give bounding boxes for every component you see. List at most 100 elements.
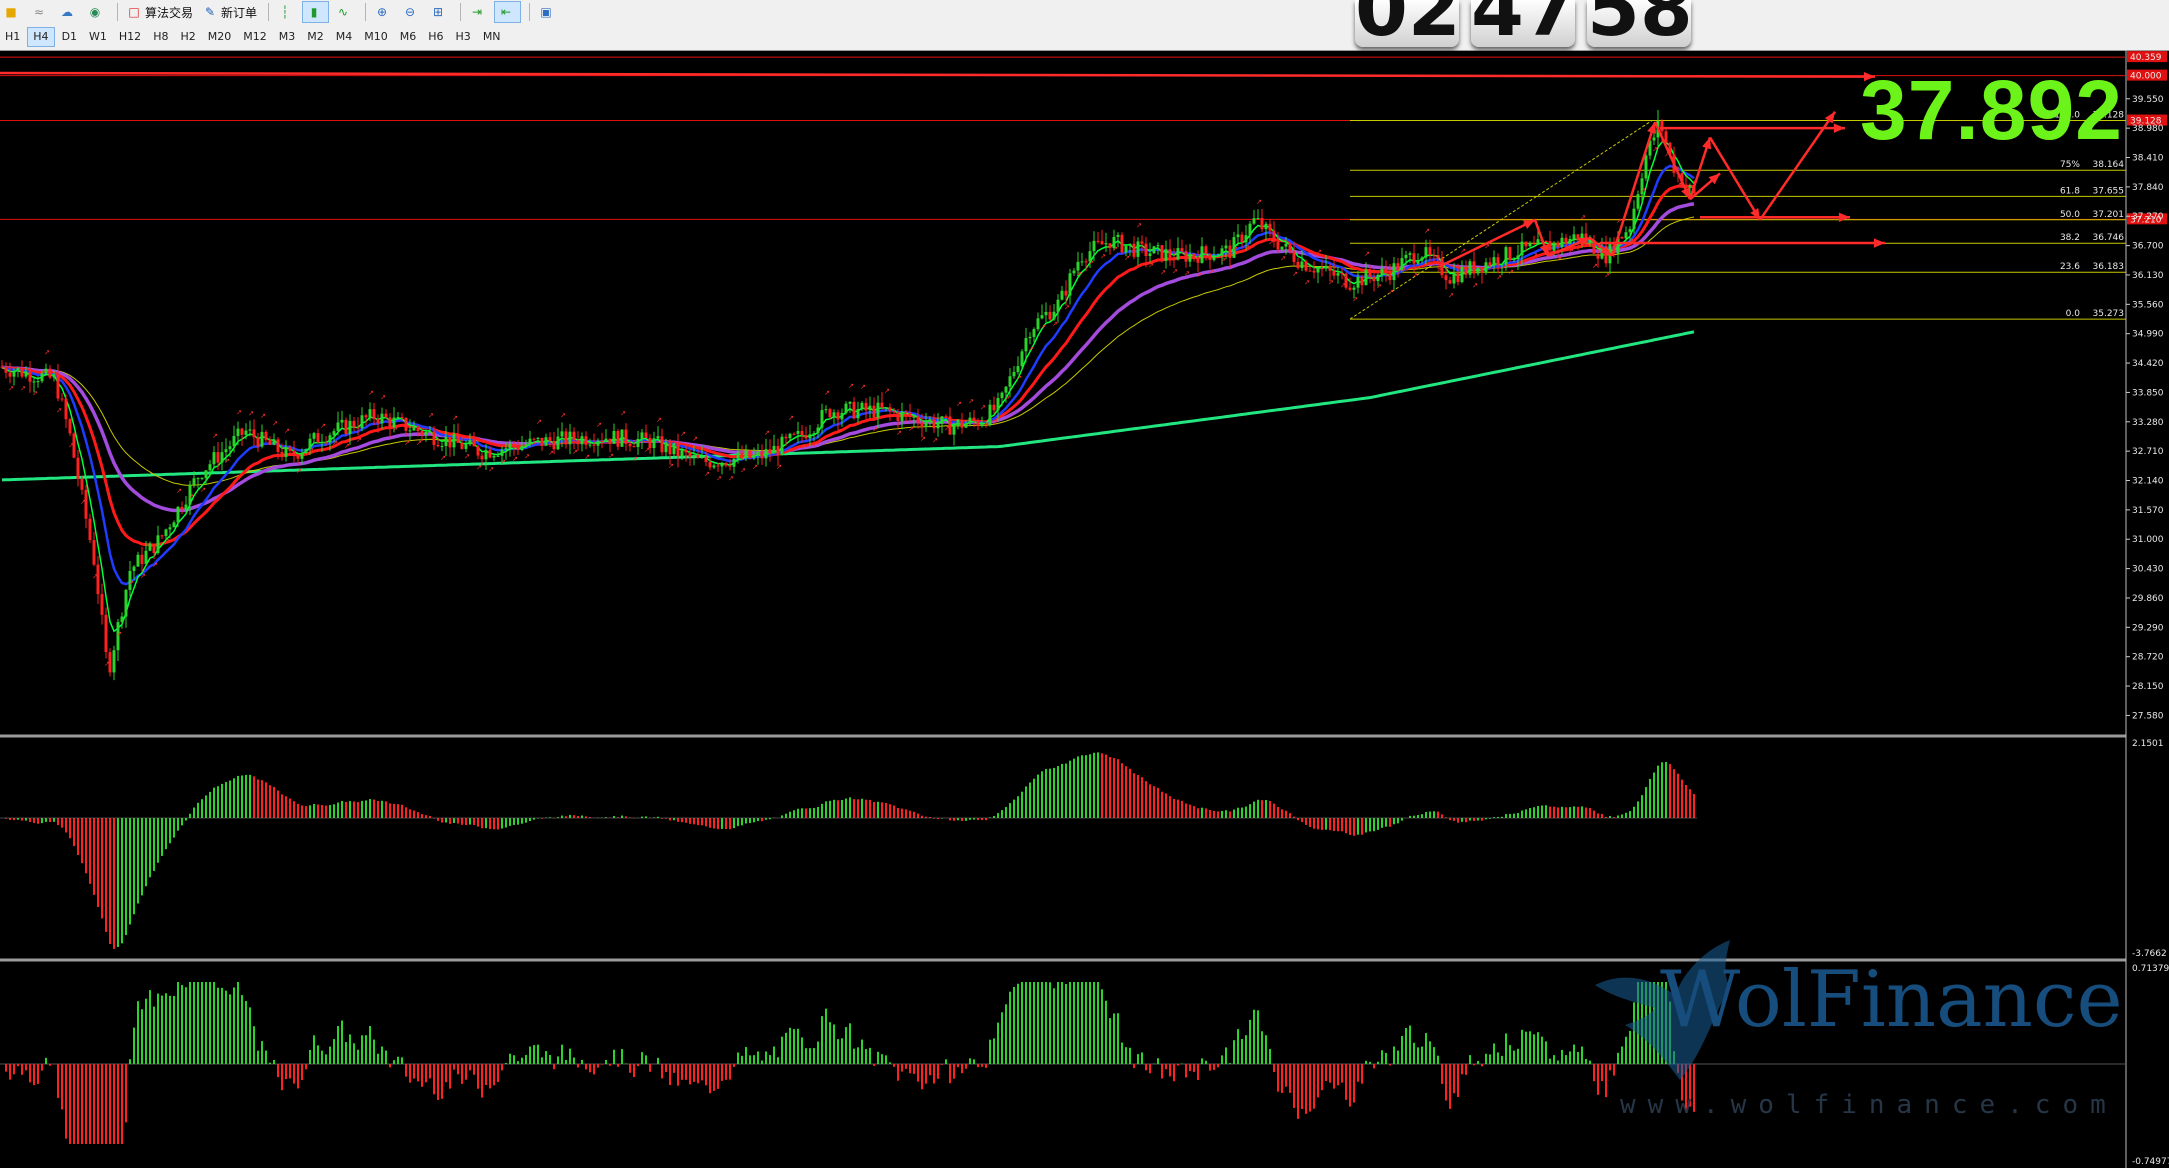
candle-body: [620, 429, 624, 447]
candle-body: [1004, 386, 1008, 393]
candle-body: [1476, 267, 1480, 274]
candle-body: [460, 442, 464, 449]
candle-body: [896, 412, 900, 421]
candle-body: [624, 429, 628, 444]
candle-body: [568, 431, 572, 445]
fractal-arrow-icon: ↗: [860, 383, 866, 391]
candle-body: [292, 450, 296, 456]
tile-windows-button[interactable]: ⊞: [427, 2, 452, 22]
candle-body: [320, 442, 324, 444]
forecast-arrows[interactable]: [0, 71, 1885, 268]
candle-body: [596, 440, 600, 446]
timeframe-h1[interactable]: H1: [0, 28, 25, 46]
candle-body: [1280, 246, 1284, 250]
fractal-arrow-icon: ↗: [1268, 239, 1274, 247]
candle-body: [64, 399, 68, 420]
toolbar-separator: [365, 3, 367, 21]
zoom-in-button[interactable]: ⊕: [371, 2, 396, 22]
fractal-arrow-icon: ↗: [176, 487, 182, 495]
fractal-arrow-icon: ↗: [212, 432, 218, 440]
candle-body: [1268, 223, 1272, 231]
zoom-out-button[interactable]: ⊖: [399, 2, 424, 22]
candle-body: [1468, 261, 1472, 275]
timeframe-h8[interactable]: H8: [148, 28, 173, 46]
timeframe-h4[interactable]: H4: [27, 27, 55, 47]
candle-body: [260, 431, 264, 447]
clock-minutes: 47: [1471, 0, 1575, 47]
fractal-arrow-icon: ↗: [704, 470, 710, 478]
fractal-arrow-icon: ↗: [380, 394, 386, 402]
candle-body: [1448, 280, 1452, 284]
algo-trading-button[interactable]: □ 算法交易: [123, 2, 196, 22]
globe-button[interactable]: ◉: [84, 2, 109, 22]
fractal-arrow-icon: ↗: [80, 498, 86, 506]
signal-button[interactable]: ≈: [28, 2, 53, 22]
chart-shift-button[interactable]: ⇤: [494, 1, 522, 23]
bar-chart-button[interactable]: ┆: [274, 2, 299, 22]
timeframe-h3[interactable]: H3: [451, 28, 476, 46]
timeframe-m6[interactable]: M6: [395, 28, 422, 46]
timeframe-mn[interactable]: MN: [478, 28, 506, 46]
macd-histogram: [0, 752, 1697, 949]
timeframe-m12[interactable]: M12: [238, 28, 272, 46]
candle-body: [1428, 247, 1432, 255]
timeframe-m2[interactable]: M2: [302, 28, 329, 46]
indicator-axis-label: -0.74977: [2132, 1157, 2169, 1167]
new-order-button[interactable]: ✎ 新订单: [199, 2, 260, 22]
fractal-arrow-icon: ↗: [1040, 323, 1046, 331]
candle-body: [1368, 269, 1372, 277]
axis-tick-label: 32.140: [2132, 477, 2164, 487]
candle-body: [256, 437, 260, 447]
fractal-arrow-icon: ↗: [500, 458, 506, 466]
candle-body: [76, 457, 80, 480]
candle-body: [52, 374, 56, 378]
auto-scroll-button[interactable]: ⇥: [466, 2, 491, 22]
fractal-arrow-icon: ↗: [128, 579, 134, 587]
fib-level-price: 37.655: [2093, 186, 2125, 196]
candle-body: [1236, 234, 1240, 238]
timeframe-h2[interactable]: H2: [175, 28, 200, 46]
candle-body: [820, 410, 824, 428]
candlestick-button[interactable]: ▮: [302, 1, 330, 23]
candle-body: [736, 452, 740, 459]
lock-icon: ■: [5, 5, 17, 19]
lock-button[interactable]: ■: [0, 2, 25, 22]
candle-body: [1504, 247, 1508, 265]
candle-body: [488, 450, 492, 458]
cloud-button[interactable]: ☁: [56, 2, 81, 22]
candle-body: [1096, 240, 1100, 242]
fractal-arrow-icon: ↗: [1580, 214, 1586, 222]
fractal-arrow-icon: ↗: [788, 414, 794, 422]
fractal-arrow-icon: ↗: [1256, 198, 1262, 206]
fractal-arrow-icon: ↗: [1448, 292, 1454, 300]
timeframe-h12[interactable]: H12: [114, 28, 146, 46]
candle-body: [296, 455, 300, 459]
timeframe-w1[interactable]: W1: [84, 28, 112, 46]
timeframe-h6[interactable]: H6: [423, 28, 448, 46]
screenshot-button[interactable]: ▣: [535, 2, 560, 22]
candle-body: [1632, 208, 1636, 230]
candle-body: [476, 446, 480, 456]
timeframe-m3[interactable]: M3: [274, 28, 301, 46]
candle-body: [888, 407, 892, 412]
timeframe-m10[interactable]: M10: [359, 28, 393, 46]
fractal-arrow-icon: ↗: [644, 446, 650, 454]
candle-body: [1208, 253, 1212, 260]
candle-body: [604, 438, 608, 442]
camera-icon: ▣: [540, 5, 552, 19]
candle-body: [1492, 257, 1496, 266]
timeframe-m20[interactable]: M20: [203, 28, 237, 46]
candle-body: [932, 419, 936, 429]
timeframe-d1[interactable]: D1: [57, 28, 82, 46]
candle-body: [420, 431, 424, 436]
axis-tick-label: 38.980: [2132, 124, 2164, 134]
candle-body: [1524, 241, 1528, 247]
fractal-arrow-icon: ↗: [836, 427, 842, 435]
fractal-arrow-icon: ↗: [1028, 345, 1034, 353]
timeframe-m4[interactable]: M4: [331, 28, 358, 46]
fractal-arrow-icon: ↗: [1496, 273, 1502, 281]
candle-body: [372, 409, 376, 419]
line-chart-button[interactable]: ∿: [332, 2, 357, 22]
candle-body: [192, 478, 196, 485]
fractal-arrow-icon: ↗: [584, 453, 590, 461]
